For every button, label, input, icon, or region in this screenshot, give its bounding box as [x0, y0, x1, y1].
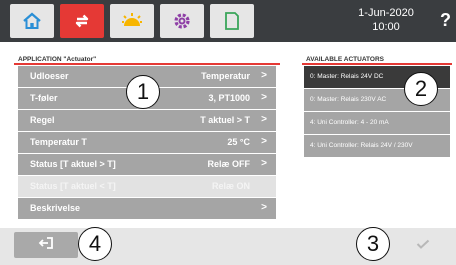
setting-value: 3, PT1000 [208, 93, 250, 103]
setting-label: Temperatur T [30, 137, 87, 147]
setting-value: T aktuel > T [200, 115, 250, 125]
confirm-button[interactable] [394, 232, 452, 258]
actuator-item[interactable]: 4: Uni Controller: Relais 24V / 230V [304, 135, 450, 157]
date-time: 1-Jun-2020 10:00 [336, 6, 436, 34]
application-divider [14, 63, 280, 65]
actuator-item[interactable]: 4: Uni Controller: 4 - 20 mA [304, 112, 450, 134]
chevron-right-icon: > [261, 202, 267, 213]
tab-home[interactable] [10, 4, 54, 38]
chevron-right-icon: > [261, 70, 267, 81]
checkmark-icon [416, 236, 430, 254]
setting-row-temperature[interactable]: Temperatur T 25 °C > [18, 132, 276, 153]
setting-label: Udloeser [30, 71, 69, 81]
actuators-divider [302, 63, 452, 65]
gear-icon [172, 11, 192, 31]
home-icon [22, 12, 42, 30]
tab-actuators[interactable] [60, 4, 104, 38]
callout-marker: 1 [126, 75, 160, 109]
actuators-title: AVAILABLE ACTUATORS [306, 56, 384, 63]
setting-row-description[interactable]: Beskrivelse > [18, 198, 276, 219]
application-title: APPLICATION "Actuator" [18, 56, 97, 63]
setting-value: 25 °C [227, 137, 250, 147]
tab-settings[interactable] [160, 4, 204, 38]
setting-row-rule[interactable]: Regel T aktuel > T > [18, 110, 276, 131]
tab-documents[interactable] [210, 4, 254, 38]
transfer-icon [72, 11, 92, 31]
chevron-right-icon: > [261, 158, 267, 169]
top-bar: 1-Jun-2020 10:00 ? [0, 0, 456, 42]
chevron-right-icon: > [261, 92, 267, 103]
setting-value: Temperatur [201, 71, 250, 81]
setting-label: T-føler [30, 93, 58, 103]
setting-label: Status [T aktuel < T] [30, 181, 116, 191]
exit-icon [38, 236, 54, 255]
time-label: 10:00 [372, 21, 400, 33]
setting-label: Status [T aktuel > T] [30, 159, 116, 169]
chevron-right-icon: > [261, 136, 267, 147]
setting-value: Relæ OFF [207, 159, 250, 169]
help-button[interactable]: ? [440, 10, 451, 31]
document-icon [223, 11, 241, 31]
setting-value: Relæ ON [211, 181, 250, 191]
setting-label: Beskrivelse [30, 203, 81, 213]
sun-icon [121, 12, 143, 30]
setting-row-status-above[interactable]: Status [T aktuel > T] Relæ OFF > [18, 154, 276, 175]
callout-marker: 2 [404, 72, 438, 106]
setting-row-status-below: Status [T aktuel < T] Relæ ON [18, 176, 276, 197]
exit-button[interactable] [14, 232, 78, 258]
chevron-right-icon: > [261, 114, 267, 125]
callout-marker: 4 [78, 227, 112, 261]
callout-marker: 3 [356, 227, 390, 261]
tab-solar[interactable] [110, 4, 154, 38]
date-label: 1-Jun-2020 [358, 7, 414, 19]
setting-label: Regel [30, 115, 55, 125]
